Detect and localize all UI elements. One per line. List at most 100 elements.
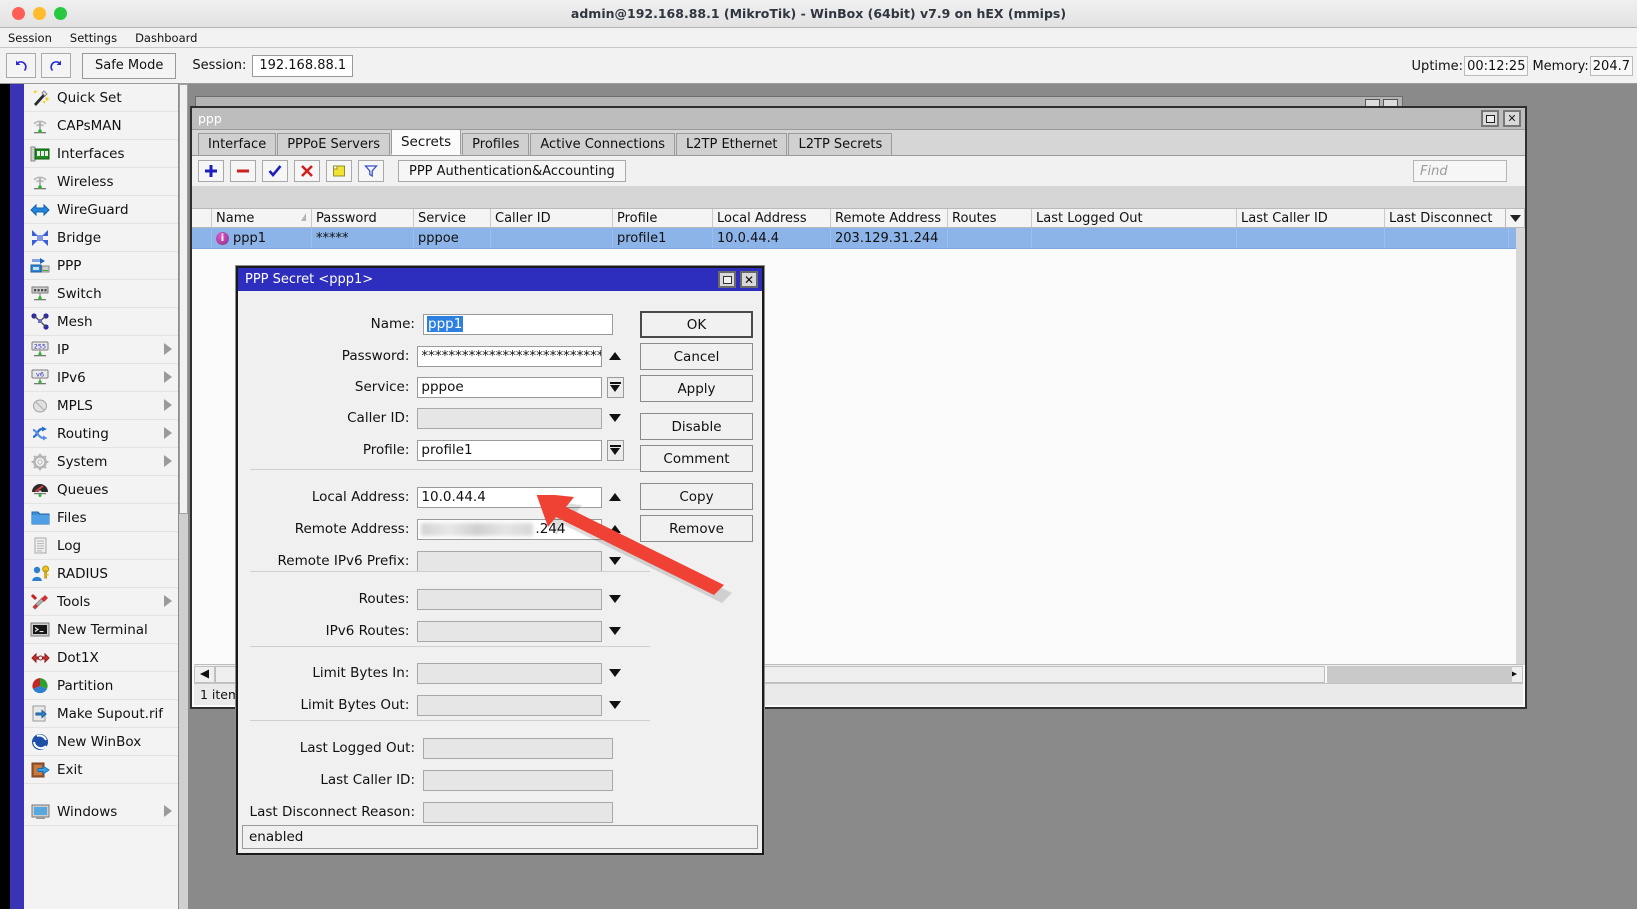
tab-profiles[interactable]: Profiles xyxy=(462,133,529,155)
disable-button[interactable] xyxy=(294,160,320,182)
expand-up-button[interactable] xyxy=(607,519,624,540)
menu-settings[interactable]: Settings xyxy=(68,30,119,46)
column-header-last-logged-out[interactable]: Last Logged Out xyxy=(1032,209,1237,227)
column-header-profile[interactable]: Profile xyxy=(613,209,713,227)
sidebar-item-tools[interactable]: Tools xyxy=(24,588,178,616)
column-header-last-disconnect[interactable]: Last Disconnect xyxy=(1385,209,1509,227)
expand-up-button[interactable] xyxy=(607,346,624,367)
close-icon[interactable]: ✕ xyxy=(740,271,758,288)
service-field[interactable]: pppoe xyxy=(417,377,601,398)
menu-session[interactable]: Session xyxy=(6,30,54,46)
ok-button[interactable]: OK xyxy=(640,311,753,338)
copy-button[interactable]: Copy xyxy=(640,483,753,510)
menu-dashboard[interactable]: Dashboard xyxy=(133,30,199,46)
scroll-left-button[interactable] xyxy=(194,666,215,683)
tab-secrets[interactable]: Secrets xyxy=(391,129,461,155)
undo-button[interactable] xyxy=(6,53,36,78)
sidebar-item-wireless[interactable]: Wireless xyxy=(24,168,178,196)
remove-button[interactable] xyxy=(230,160,256,182)
column-header-last-caller-id[interactable]: Last Caller ID xyxy=(1237,209,1385,227)
redo-button[interactable] xyxy=(41,53,71,78)
sidebar-item-partition[interactable]: Partition xyxy=(24,672,178,700)
password-field[interactable]: ***************************** xyxy=(417,346,601,367)
apply-button[interactable]: Apply xyxy=(640,375,753,402)
ppp-authentication-accounting-button[interactable]: PPP Authentication&Accounting xyxy=(398,160,626,182)
comment-button[interactable]: Comment xyxy=(640,445,753,472)
sidebar-item-bridge[interactable]: Bridge xyxy=(24,224,178,252)
maximize-icon[interactable] xyxy=(718,271,736,288)
sidebar-item-interfaces[interactable]: Interfaces xyxy=(24,140,178,168)
sidebar-item-new-winbox[interactable]: New WinBox xyxy=(24,728,178,756)
sidebar-item-queues[interactable]: Queues xyxy=(24,476,178,504)
sidebar-item-capsman[interactable]: CAPsMAN xyxy=(24,112,178,140)
sidebar-item-system[interactable]: System xyxy=(24,448,178,476)
sidebar-item-routing[interactable]: Routing xyxy=(24,420,178,448)
sidebar-item-windows[interactable]: Windows xyxy=(24,798,178,826)
remote-ipv6-prefix-field[interactable] xyxy=(417,551,601,572)
dialog-titlebar[interactable]: PPP Secret <ppp1> ✕ xyxy=(238,268,762,291)
sidebar-item-dot1x[interactable]: Dot1X xyxy=(24,644,178,672)
dropdown-button[interactable] xyxy=(607,440,624,461)
tab-l2tp-ethernet[interactable]: L2TP Ethernet xyxy=(676,133,787,155)
hscroll-remainder[interactable] xyxy=(1327,666,1512,683)
sidebar-item-exit[interactable]: Exit xyxy=(24,756,178,784)
routes-field[interactable] xyxy=(417,589,601,610)
sidebar-item-log[interactable]: Log xyxy=(24,532,178,560)
maximize-icon[interactable] xyxy=(1481,110,1499,127)
safe-mode-button[interactable]: Safe Mode xyxy=(82,53,176,79)
ppp-window-controls[interactable]: ✕ xyxy=(1481,110,1521,127)
profile-field[interactable]: profile1 xyxy=(417,440,601,461)
column-chooser-button[interactable] xyxy=(1505,208,1525,228)
remove-button[interactable]: Remove xyxy=(640,515,753,542)
find-input[interactable]: Find xyxy=(1413,160,1507,182)
sidebar-item-radius[interactable]: RADIUS xyxy=(24,560,178,588)
expand-down-button[interactable] xyxy=(607,589,624,610)
expand-down-button[interactable] xyxy=(607,663,624,684)
expand-up-button[interactable] xyxy=(607,487,624,508)
sidebar-item-files[interactable]: Files xyxy=(24,504,178,532)
tab-pppoe-servers[interactable]: PPPoE Servers xyxy=(277,133,390,155)
sidebar-item-ipv6[interactable]: v6IPv6 xyxy=(24,364,178,392)
dropdown-button[interactable] xyxy=(607,377,624,398)
local-address-field[interactable]: 10.0.44.4 xyxy=(417,487,601,508)
comment-button[interactable] xyxy=(326,160,352,182)
expand-down-button[interactable] xyxy=(607,551,624,572)
filter-button[interactable] xyxy=(358,160,384,182)
sidebar-item-wireguard[interactable]: WireGuard xyxy=(24,196,178,224)
expand-down-button[interactable] xyxy=(607,695,624,716)
table-vertical-scrollbar[interactable] xyxy=(1516,228,1525,665)
close-icon[interactable]: ✕ xyxy=(1503,110,1521,127)
expand-down-button[interactable] xyxy=(607,408,624,429)
ppp-window-titlebar[interactable]: ppp ✕ xyxy=(192,108,1525,130)
sidebar-item-mesh[interactable]: Mesh xyxy=(24,308,178,336)
sidebar-scrollbar-thumb[interactable] xyxy=(179,84,188,514)
sidebar-item-ppp[interactable]: PPP xyxy=(24,252,178,280)
sidebar-item-new-terminal[interactable]: New Terminal xyxy=(24,616,178,644)
cancel-button[interactable]: Cancel xyxy=(640,343,753,370)
row-select-cell[interactable] xyxy=(192,228,212,248)
column-header-password[interactable]: Password xyxy=(312,209,414,227)
expand-down-button[interactable] xyxy=(607,621,624,642)
limit-bytes-in-field[interactable] xyxy=(417,663,601,684)
sidebar-item-quick-set[interactable]: Quick Set xyxy=(24,84,178,112)
sidebar-item-switch[interactable]: Switch xyxy=(24,280,178,308)
caller-id-field[interactable] xyxy=(417,408,601,429)
session-address-field[interactable]: 192.168.88.1 xyxy=(252,55,353,77)
last-logged-out-field[interactable] xyxy=(423,738,613,759)
name-field[interactable]: ppp1 xyxy=(423,314,613,335)
column-header-routes[interactable]: Routes xyxy=(948,209,1032,227)
last-disconnect-reason-field[interactable] xyxy=(423,802,613,823)
column-header-local-address[interactable]: Local Address xyxy=(713,209,831,227)
sidebar-item-make-supout-rif[interactable]: Make Supout.rif xyxy=(24,700,178,728)
column-header-name[interactable]: Name xyxy=(212,209,312,227)
last-caller-id-field[interactable] xyxy=(423,770,613,791)
dialog-window-controls[interactable]: ✕ xyxy=(718,271,758,288)
column-header-remote-address[interactable]: Remote Address xyxy=(831,209,948,227)
disable-button[interactable]: Disable xyxy=(640,413,753,440)
enable-button[interactable] xyxy=(262,160,288,182)
add-button[interactable] xyxy=(198,160,224,182)
column-header-service[interactable]: Service xyxy=(414,209,491,227)
limit-bytes-out-field[interactable] xyxy=(417,695,601,716)
column-header-caller-id[interactable]: Caller ID xyxy=(491,209,613,227)
remote-address-field[interactable]: .244 xyxy=(417,519,601,540)
